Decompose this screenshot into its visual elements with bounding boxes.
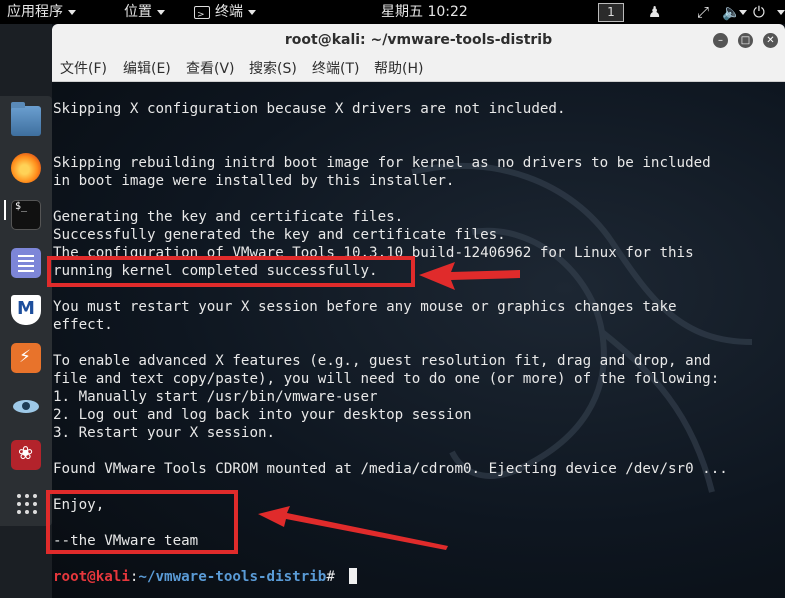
annotation-arrows [258, 262, 520, 550]
arrow-icon [258, 506, 448, 550]
arrow-icon [419, 262, 520, 290]
